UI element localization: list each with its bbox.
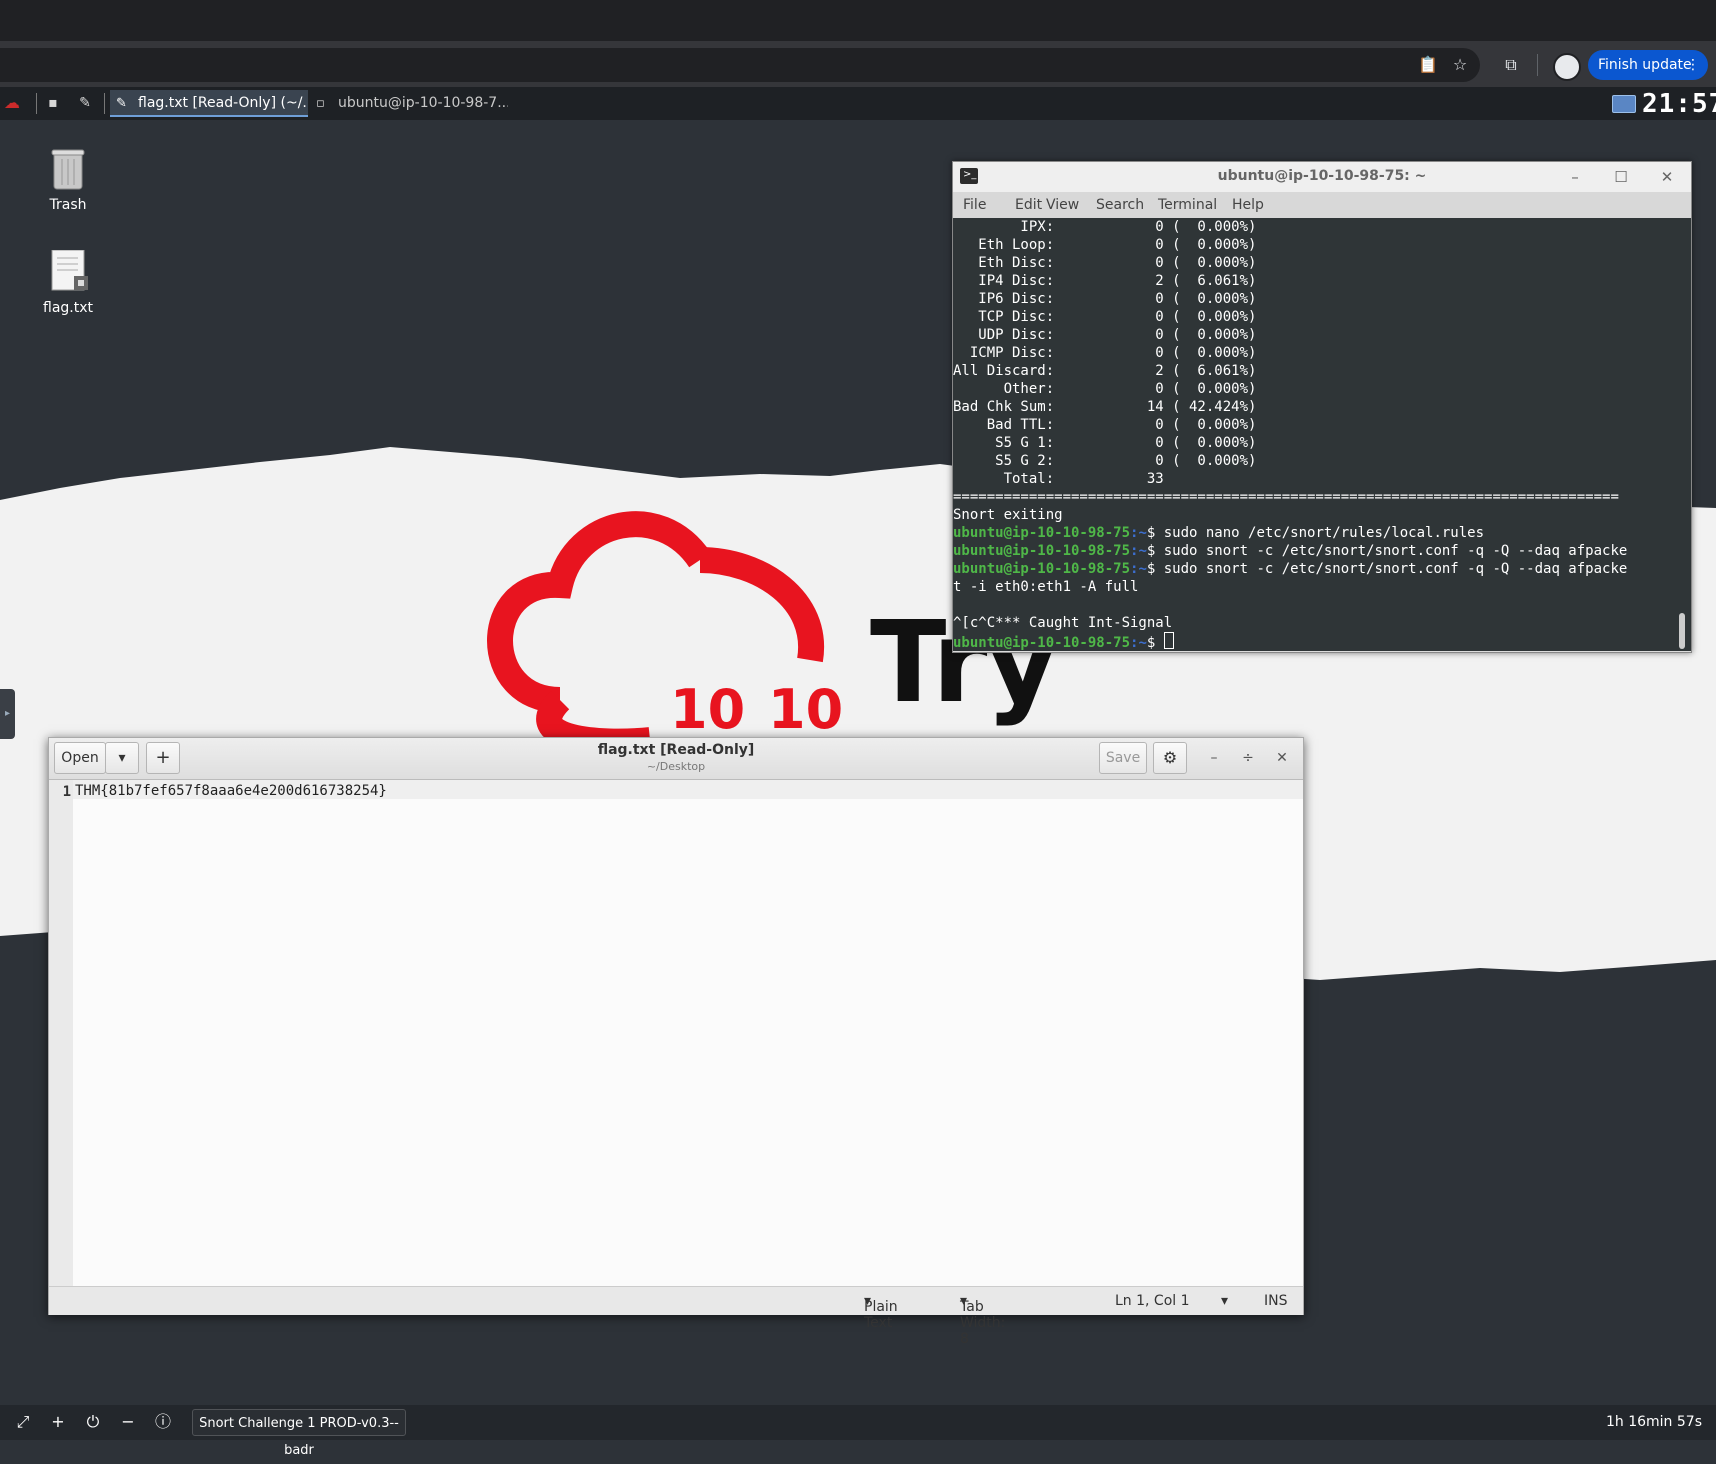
fullscreen-icon[interactable]: ⤢ — [13, 1412, 33, 1432]
command: $ sudo nano /etc/snort/rules/local.rules — [1146, 525, 1485, 541]
desktop-icon-label: flag.txt — [43, 300, 93, 316]
line-number: 1 — [62, 784, 71, 800]
terminal-line: Snort exiting — [953, 507, 1063, 523]
logo-number: 10 — [670, 678, 746, 741]
text-file-icon — [50, 249, 88, 294]
terminal-line: S5 G 2: 0 ( 0.000%) — [953, 453, 1257, 469]
menu-view[interactable]: View — [1046, 197, 1079, 213]
terminal-line: ICMP Disc: 0 ( 0.000%) — [953, 345, 1257, 361]
terminal-line: ^[c^C*** Caught Int-Signal — [953, 615, 1173, 631]
settings-button[interactable]: ⚙ — [1153, 742, 1187, 774]
terminal-line: Bad TTL: 0 ( 0.000%) — [953, 417, 1257, 433]
prompt-user: ubuntu@ip-10-10-98-75 — [953, 525, 1131, 541]
minimize-button[interactable]: – — [1204, 748, 1224, 768]
terminal-line: UDP Disc: 0 ( 0.000%) — [953, 327, 1257, 343]
insert-mode[interactable]: INS — [1264, 1293, 1288, 1309]
trash-icon — [50, 147, 86, 191]
terminal-cursor — [1163, 632, 1174, 649]
chevron-down-icon[interactable]: ▾ — [1221, 1293, 1228, 1309]
terminal-line: Other: 0 ( 0.000%) — [953, 381, 1257, 397]
gear-icon: ⚙ — [1162, 748, 1178, 767]
gedit-statusbar: Plain Text ▾ Tab Width: 8 ▾ Ln 1, Col 1 … — [49, 1286, 1303, 1347]
terminal-command-line: ubuntu@ip-10-10-98-75:~$ sudo snort -c /… — [953, 542, 1675, 560]
close-button[interactable]: ✕ — [1656, 166, 1678, 188]
file-content: THM{81b7fef657f8aaa6e4e200d616738254} — [75, 783, 387, 799]
terminal-line: IP6 Disc: 0 ( 0.000%) — [953, 291, 1257, 307]
gedit-window: Open ▾ + flag.txt [Read-Only] ~/Desktop … — [48, 737, 1304, 1347]
desktop-icon-flag[interactable]: flag.txt — [18, 249, 118, 316]
info-icon[interactable]: ⓘ — [153, 1412, 173, 1432]
terminal-command-line: ubuntu@ip-10-10-98-75:~$ sudo nano /etc/… — [953, 524, 1675, 542]
gedit-headerbar[interactable]: Open ▾ + flag.txt [Read-Only] ~/Desktop … — [49, 738, 1303, 780]
line-number-gutter: 1 — [49, 780, 73, 1286]
terminal-line: S5 G 1: 0 ( 0.000%) — [953, 435, 1257, 451]
tab-width-selector[interactable]: Tab Width: 8 ▾ — [960, 1293, 1005, 1347]
logo-number: 10 — [768, 678, 844, 741]
terminal-titlebar[interactable]: >_ ubuntu@ip-10-10-98-75: ~ – ☐ ✕ — [953, 162, 1691, 192]
close-button[interactable]: ✕ — [1272, 748, 1292, 768]
syntax-selector[interactable]: Plain Text ▾ — [864, 1293, 898, 1331]
terminal-window: >_ ubuntu@ip-10-10-98-75: ~ – ☐ ✕ File E… — [952, 161, 1692, 653]
desktop-icon-label: Trash — [49, 197, 87, 213]
menu-search[interactable]: Search — [1096, 197, 1144, 213]
menu-terminal[interactable]: Terminal — [1158, 197, 1217, 213]
prompt-path: :~ — [1130, 543, 1147, 559]
tab-width-label: Tab Width: 8 — [960, 1299, 1006, 1347]
prompt-path: :~ — [1130, 561, 1147, 577]
restore-button[interactable]: ÷ — [1238, 748, 1258, 768]
minimize-button[interactable]: – — [1564, 166, 1586, 188]
scrollbar-thumb[interactable] — [1679, 613, 1685, 649]
terminal-line: Bad Chk Sum: 14 ( 42.424%) — [953, 399, 1257, 415]
prompt-path: :~ — [1130, 525, 1147, 541]
power-icon[interactable]: ⏻ — [83, 1412, 103, 1432]
terminal-line: IP4 Disc: 2 ( 6.061%) — [953, 273, 1257, 289]
terminal-line: t -i eth0:eth1 -A full — [953, 579, 1139, 595]
menu-file[interactable]: File — [963, 197, 986, 213]
session-timer: 1h 16min 57s — [1605, 1414, 1702, 1430]
terminal-scrollbar[interactable] — [1675, 218, 1691, 651]
prompt-user: ubuntu@ip-10-10-98-75 — [953, 543, 1131, 559]
maximize-button[interactable]: ☐ — [1610, 166, 1632, 188]
terminal-line: TCP Disc: 0 ( 0.000%) — [953, 309, 1257, 325]
terminal-menubar: File Edit View Search Terminal Help — [953, 192, 1691, 218]
terminal-line: Eth Disc: 0 ( 0.000%) — [953, 255, 1257, 271]
command: $ sudo snort -c /etc/snort/snort.conf -q… — [1146, 543, 1628, 559]
plus-icon[interactable]: + — [48, 1412, 68, 1432]
terminal-line: Total: 33 — [953, 471, 1164, 487]
save-button[interactable]: Save — [1099, 742, 1147, 774]
terminal-output[interactable]: IPX: 0 ( 0.000%) Eth Loop: 0 ( 0.000%) E… — [953, 218, 1675, 651]
session-tab[interactable]: Snort Challenge 1 PROD-v0.3--badr — [192, 1409, 406, 1458]
terminal-line: All Discard: 2 ( 6.061%) — [953, 363, 1257, 379]
text-editor-area[interactable]: THM{81b7fef657f8aaa6e4e200d616738254} — [73, 780, 1303, 1286]
command: $ sudo snort -c /etc/snort/snort.conf -q… — [1146, 561, 1628, 577]
prompt-path: :~ — [1130, 635, 1147, 651]
side-panel-handle[interactable]: ▸ — [0, 689, 15, 739]
cursor-position[interactable]: Ln 1, Col 1 — [1115, 1293, 1190, 1309]
terminal-line: ========================================… — [953, 489, 1619, 505]
prompt-user: ubuntu@ip-10-10-98-75 — [953, 561, 1131, 577]
menu-edit[interactable]: Edit — [1015, 197, 1042, 213]
minus-icon[interactable]: − — [118, 1412, 138, 1432]
command: $ — [1146, 635, 1164, 651]
terminal-command-line: ubuntu@ip-10-10-98-75:~$ sudo snort -c /… — [953, 560, 1675, 578]
terminal-line: IPX: 0 ( 0.000%) — [953, 219, 1257, 235]
prompt-user: ubuntu@ip-10-10-98-75 — [953, 635, 1131, 651]
syntax-label: Plain Text — [864, 1299, 898, 1331]
terminal-line: Eth Loop: 0 ( 0.000%) — [953, 237, 1257, 253]
menu-help[interactable]: Help — [1232, 197, 1264, 213]
terminal-command-line: ubuntu@ip-10-10-98-75:~$ — [953, 632, 1675, 651]
desktop-icon-trash[interactable]: Trash — [18, 147, 118, 213]
